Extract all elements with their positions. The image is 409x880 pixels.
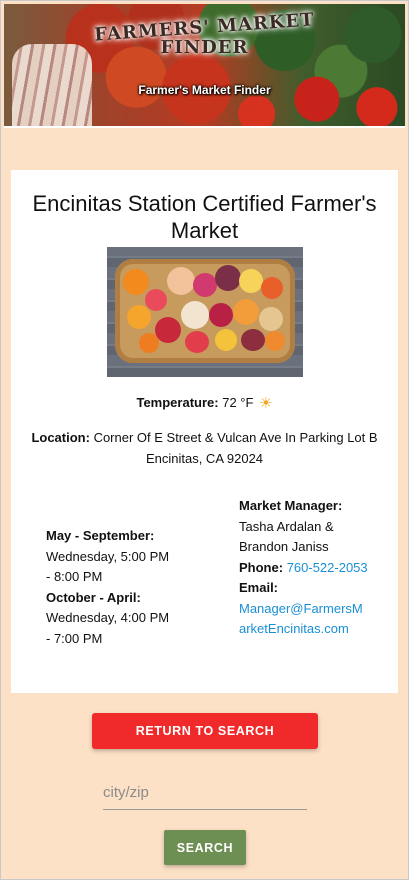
weather-row: Temperature: 72 °F ☀	[11, 394, 398, 412]
phone-row: Phone: 760-522-2053	[239, 558, 369, 579]
fruit-tray-image	[115, 259, 295, 363]
location-block: Location: Corner Of E Street & Vulcan Av…	[19, 427, 390, 469]
banner-logo: FARMERS' MARKET FINDER	[4, 9, 405, 58]
banner-caption: Farmer's Market Finder	[138, 83, 271, 97]
return-to-search-button[interactable]: RETURN TO SEARCH	[92, 713, 318, 749]
market-photo	[107, 247, 303, 377]
phone-link[interactable]: 760-522-2053	[287, 560, 368, 575]
schedule-season: May - September:	[46, 528, 155, 543]
email-link[interactable]: Manager@FarmersMarketEncinitas.com	[239, 601, 363, 637]
manager-name: Tasha Ardalan & Brandon Janiss	[239, 518, 334, 555]
search-input[interactable]	[103, 776, 307, 810]
manager-label: Market Manager:	[239, 498, 343, 513]
contact-block: Market Manager: Tasha Ardalan & Brandon …	[239, 496, 369, 640]
location-label: Location:	[31, 430, 90, 445]
email-label: Email:	[239, 580, 279, 595]
temperature-label: Temperature:	[136, 395, 219, 410]
schedule-hours: Wednesday, 4:00 PM - 7:00 PM	[46, 610, 170, 646]
market-title: Encinitas Station Certified Farmer's Mar…	[32, 191, 377, 243]
temperature-value: 72 °F	[222, 395, 254, 410]
schedule-season: October - April:	[46, 589, 141, 605]
schedule-hours: Wednesday, 5:00 PM - 8:00 PM	[46, 548, 170, 585]
location-address-line2: Encinitas, CA 92024	[145, 451, 264, 466]
phone-label: Phone:	[239, 559, 284, 575]
sun-icon: ☀	[259, 395, 273, 412]
market-card: Encinitas Station Certified Farmer's Mar…	[11, 170, 398, 693]
search-button[interactable]: SEARCH	[164, 830, 246, 865]
location-address-line1: Corner Of E Street & Vulcan Ave In Parki…	[93, 430, 378, 445]
header-banner: FARMERS' MARKET FINDER Farmer's Market F…	[4, 4, 405, 128]
schedule-block: May - September: Wednesday, 5:00 PM - 8:…	[46, 526, 176, 649]
